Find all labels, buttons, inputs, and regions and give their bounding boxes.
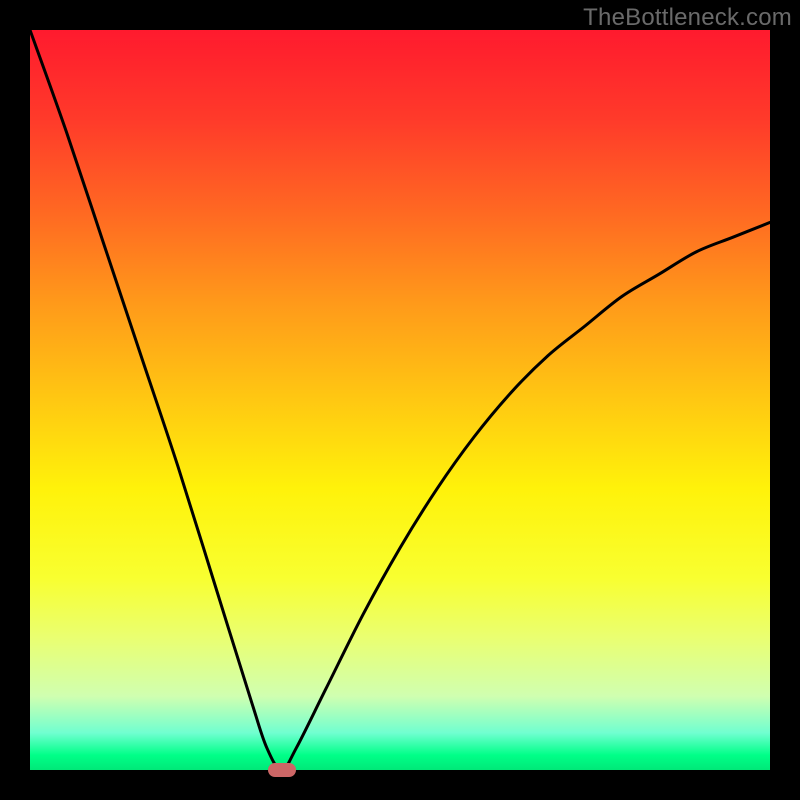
plot-area	[30, 30, 770, 770]
watermark-text: TheBottleneck.com	[583, 4, 792, 32]
minimum-marker	[268, 763, 296, 777]
bottleneck-curve	[30, 30, 770, 770]
chart-frame: TheBottleneck.com	[0, 0, 800, 800]
curve-svg	[30, 30, 770, 770]
